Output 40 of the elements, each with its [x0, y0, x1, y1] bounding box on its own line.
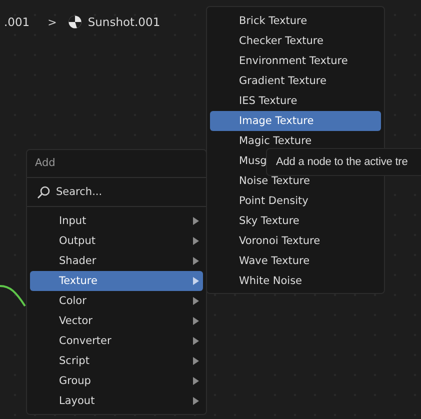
- menu-item[interactable]: Image Texture: [210, 111, 381, 131]
- submenu-arrow-icon: [193, 317, 199, 325]
- search-icon: [37, 186, 50, 198]
- menu-item[interactable]: Texture: [30, 271, 203, 291]
- submenu-arrow-icon: [193, 277, 199, 285]
- search-field[interactable]: Search...: [56, 186, 186, 198]
- menu-item[interactable]: Shader: [30, 251, 203, 271]
- menu-item[interactable]: Checker Texture: [210, 31, 381, 51]
- submenu-arrow-icon: [193, 237, 199, 245]
- menu-item[interactable]: Sky Texture: [210, 211, 381, 231]
- menu-item[interactable]: Color: [30, 291, 203, 311]
- menu-title: Add: [34, 156, 56, 171]
- menu-item[interactable]: White Noise: [210, 271, 381, 291]
- submenu-arrow-icon: [193, 257, 199, 265]
- submenu-arrow-icon: [193, 377, 199, 385]
- menu-item[interactable]: Point Density: [210, 191, 381, 211]
- menu-item[interactable]: Group: [30, 371, 203, 391]
- menu-item[interactable]: Voronoi Texture: [210, 231, 381, 251]
- menu-item[interactable]: Wave Texture: [210, 251, 381, 271]
- breadcrumb-item[interactable]: .001: [4, 15, 30, 29]
- menu-item[interactable]: Environment Texture: [210, 51, 381, 71]
- menu-item[interactable]: Converter: [30, 331, 203, 351]
- submenu-arrow-icon: [193, 357, 199, 365]
- submenu-arrow-icon: [193, 337, 199, 345]
- menu-item[interactable]: Script: [30, 351, 203, 371]
- tooltip-text: Add a node to the active tre: [276, 156, 408, 168]
- menu-item[interactable]: Brick Texture: [210, 11, 381, 31]
- menu-item[interactable]: Output: [30, 231, 203, 251]
- menu-item[interactable]: Input: [30, 211, 203, 231]
- breadcrumb-item[interactable]: Sunshot.001: [88, 15, 160, 29]
- submenu-arrow-icon: [193, 217, 199, 225]
- breadcrumb-separator: >: [48, 16, 57, 28]
- menu-item[interactable]: Vector: [30, 311, 203, 331]
- node-link: [0, 284, 26, 308]
- menu-item[interactable]: Layout: [30, 391, 203, 411]
- menu-item[interactable]: Magic Texture: [210, 131, 381, 151]
- menu-item[interactable]: IES Texture: [210, 91, 381, 111]
- menu-item[interactable]: Gradient Texture: [210, 71, 381, 91]
- submenu-arrow-icon: [193, 397, 199, 405]
- submenu-arrow-icon: [193, 297, 199, 305]
